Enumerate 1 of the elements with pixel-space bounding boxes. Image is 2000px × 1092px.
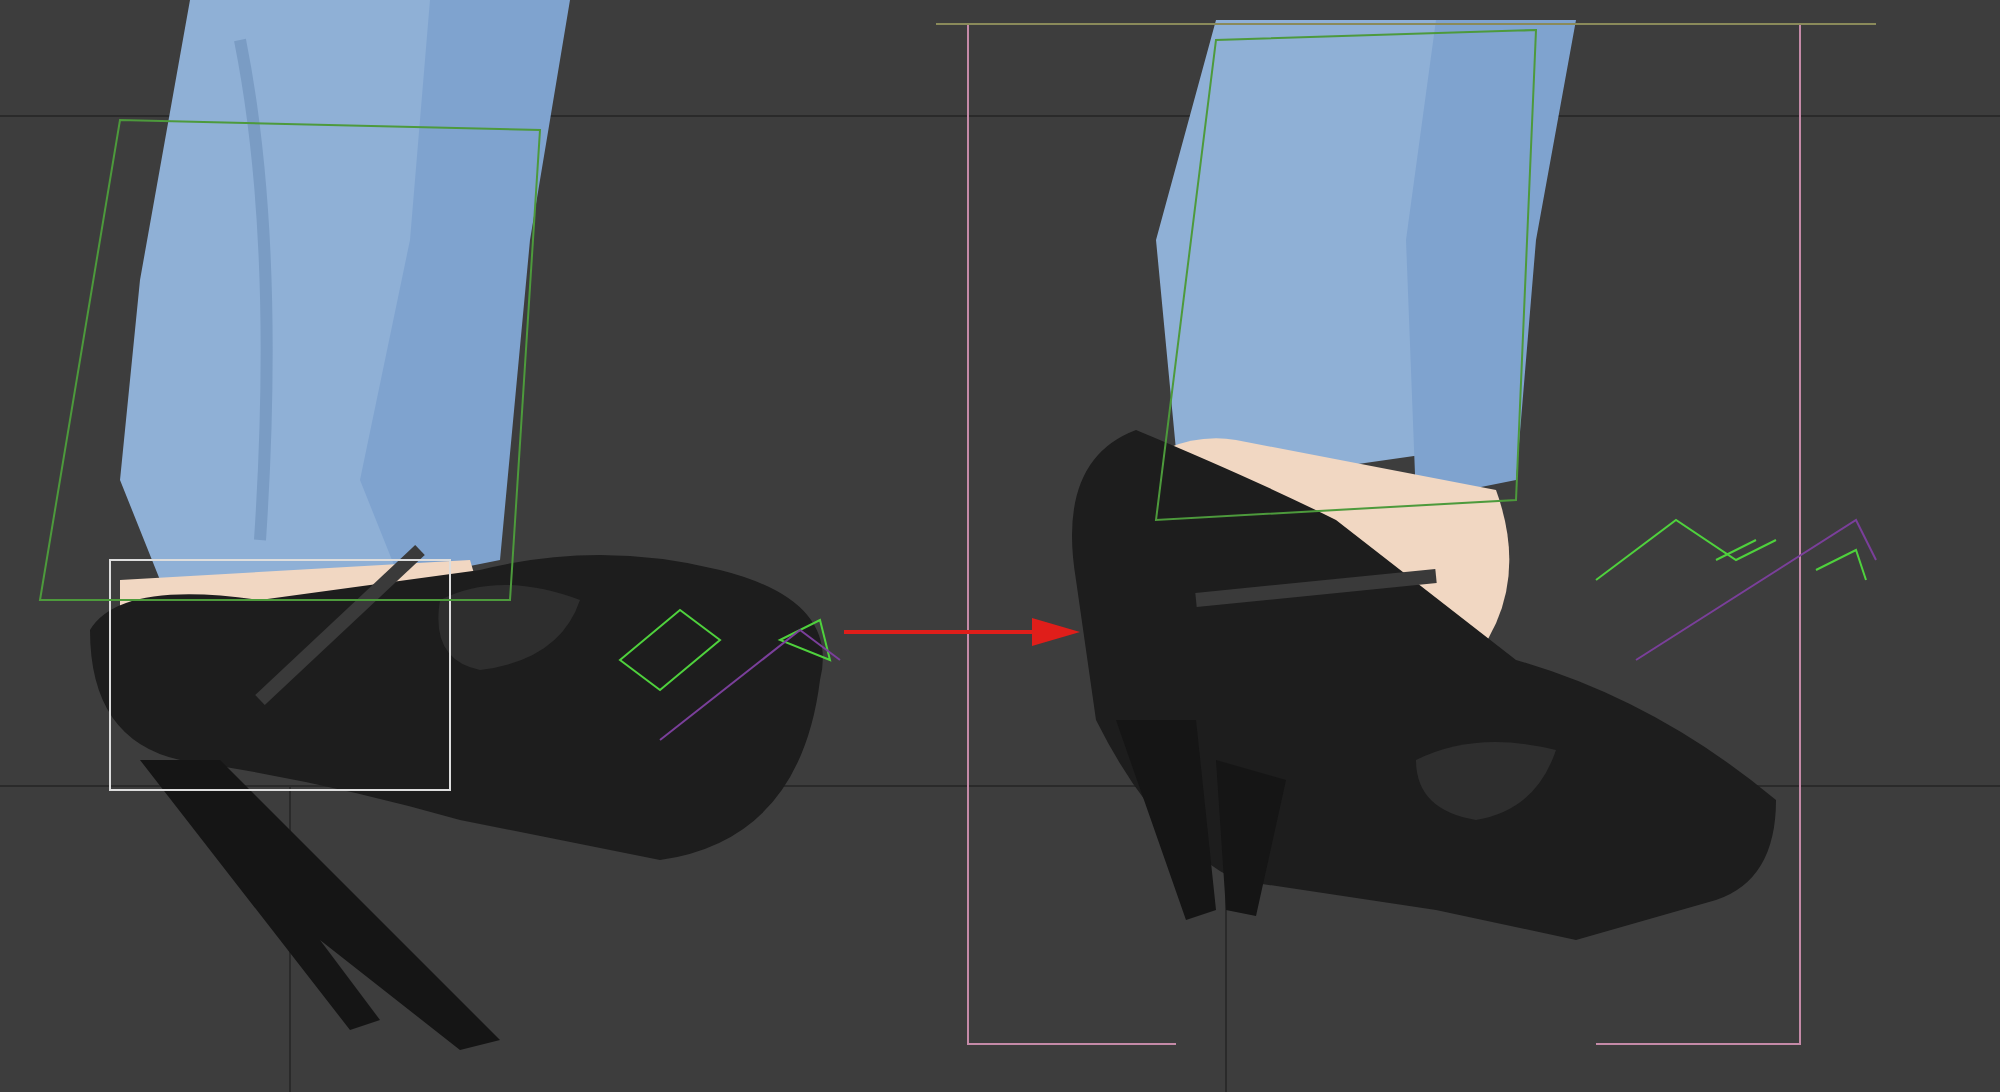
arrow-icon — [844, 616, 1080, 648]
